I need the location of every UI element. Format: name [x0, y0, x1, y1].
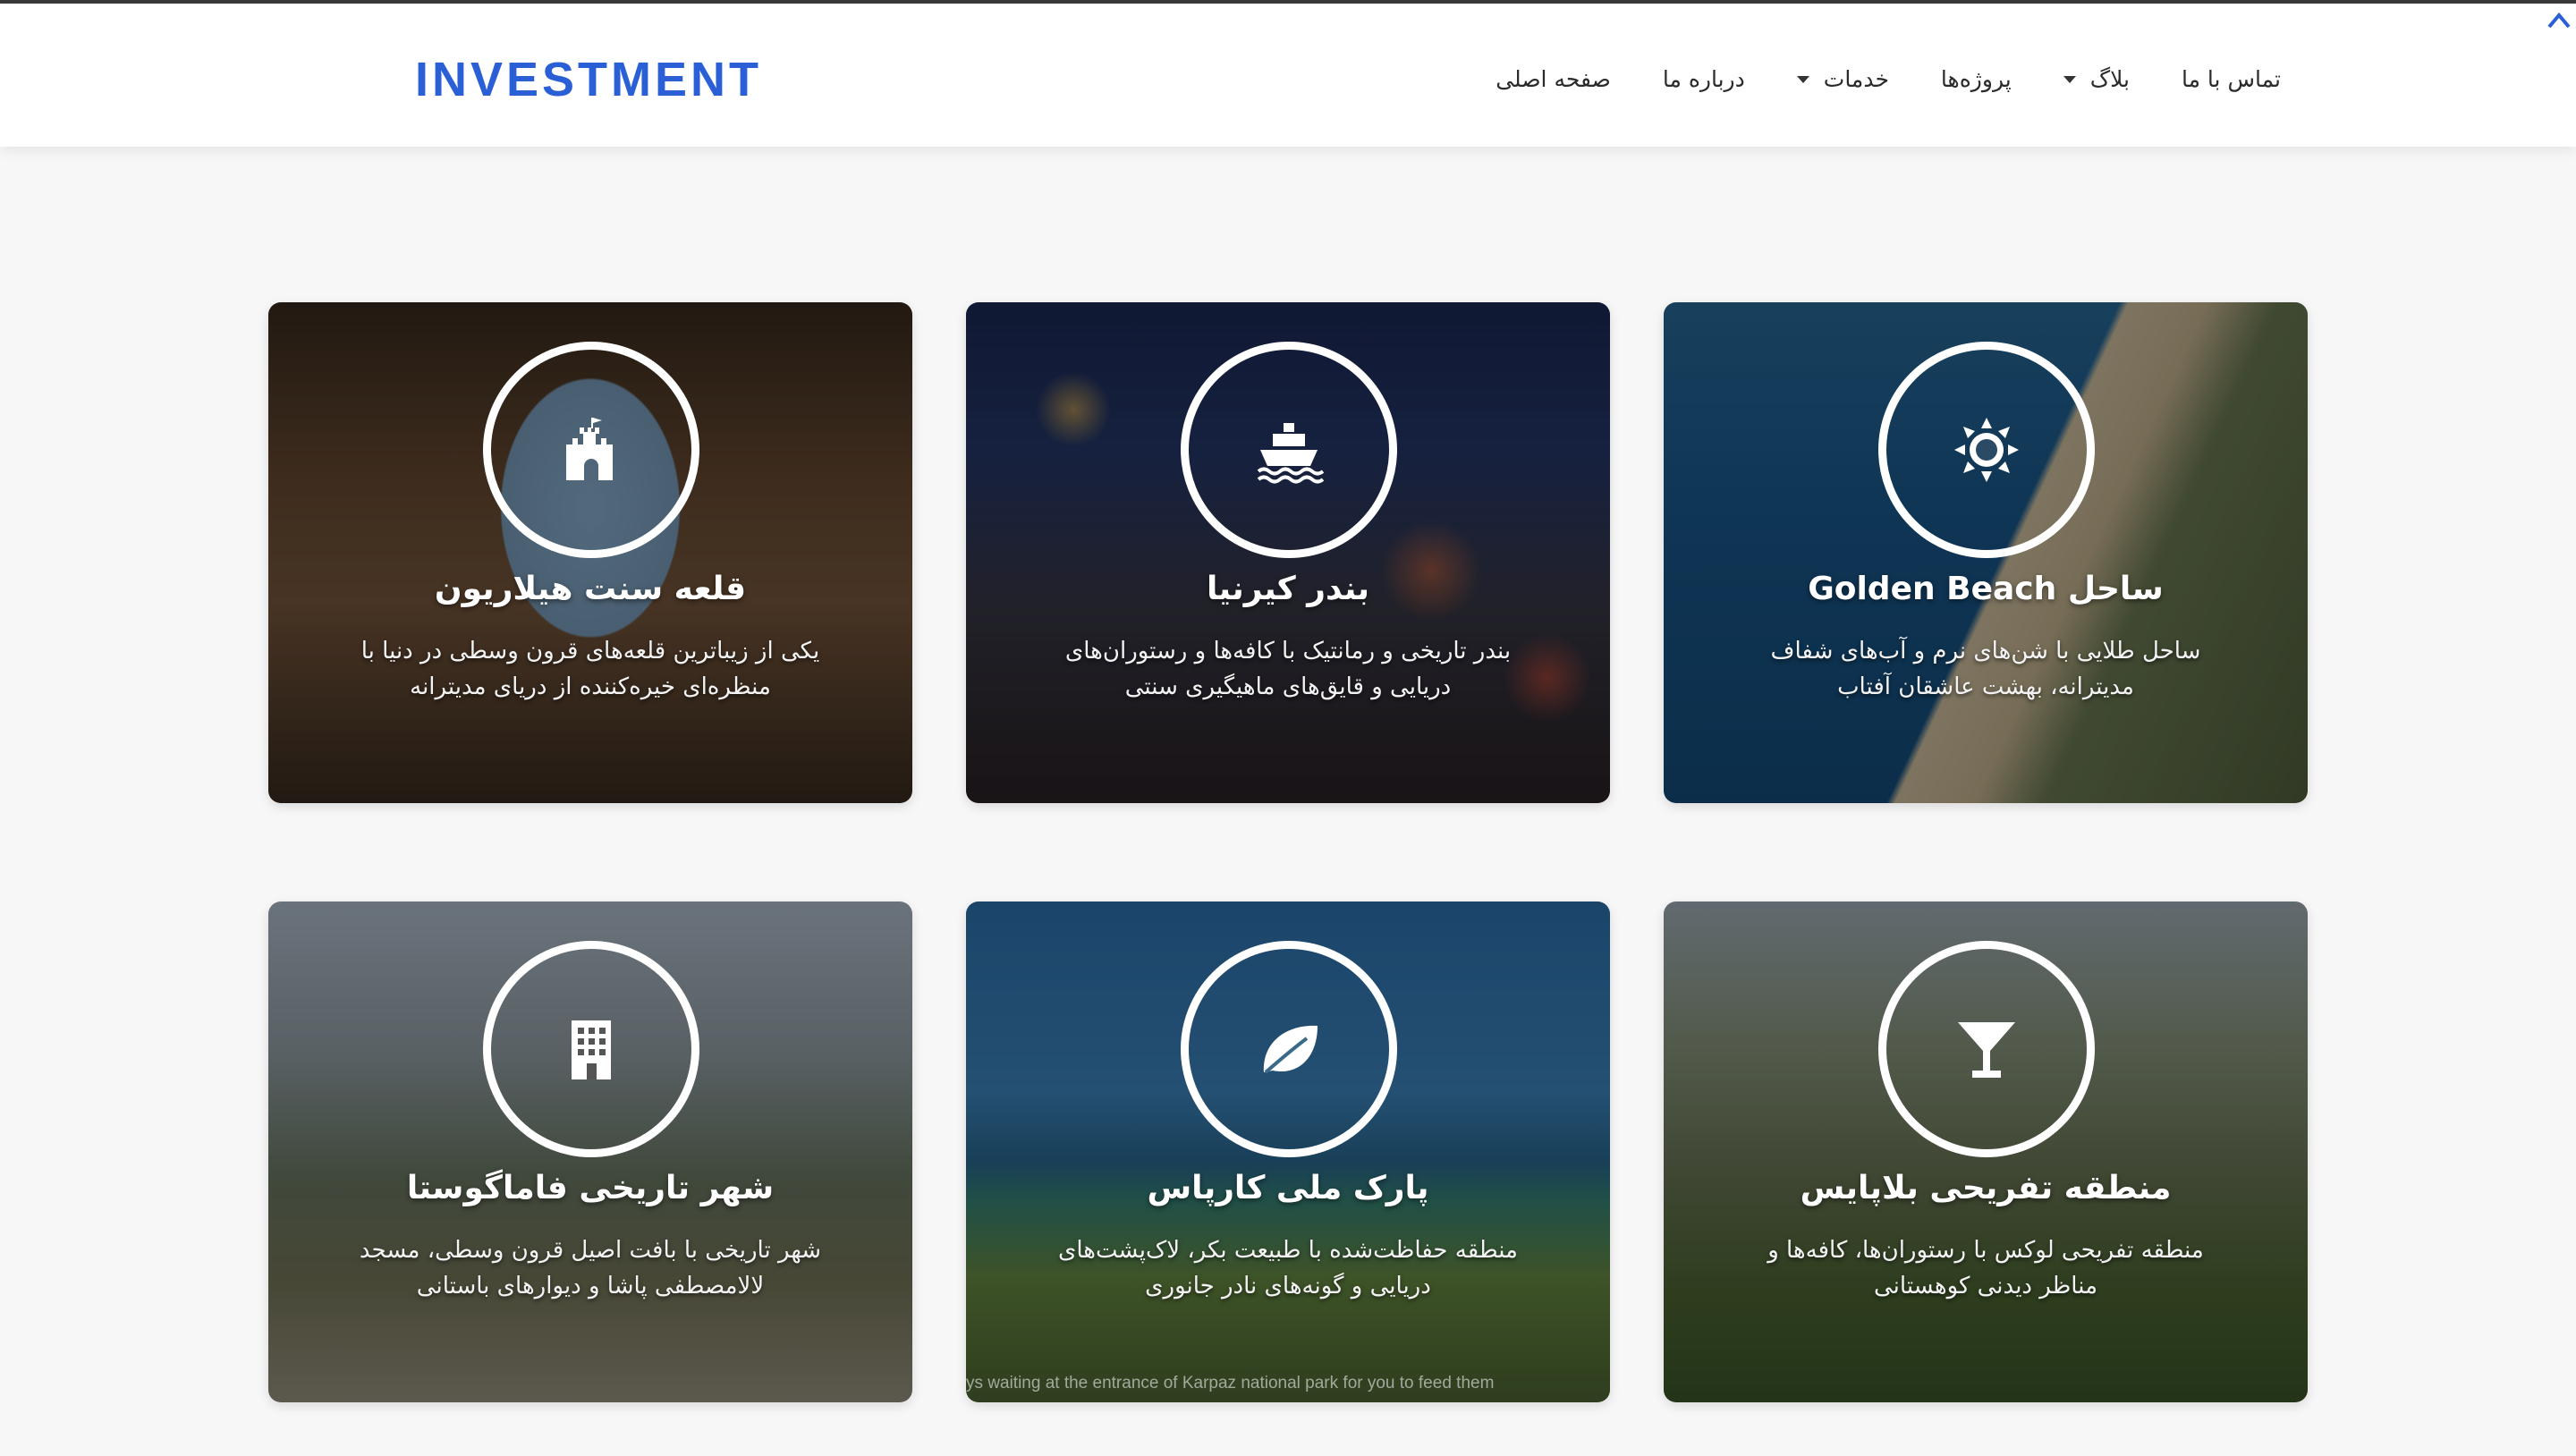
card-description: منطقه حفاظت‌شده با طبیعت بکر، لاک‌پشت‌ها… — [1058, 1237, 1518, 1299]
cocktail-icon — [1878, 941, 2095, 1157]
card-golden-beach[interactable]: ساحل Golden Beach ساحل طلایی با شن‌های ن… — [1664, 302, 2308, 803]
card-title: بندر کیرنیا — [1206, 571, 1370, 607]
card-title: ساحل Golden Beach — [1808, 571, 2164, 607]
nav-services[interactable]: خدمات — [1796, 66, 1889, 92]
building-icon — [483, 941, 699, 1157]
main-nav: صفحه اصلی درباره ما خدمات پروژه‌ها بلاگ … — [1496, 66, 2281, 92]
image-caption: ys waiting at the entrance of Karpaz nat… — [966, 1374, 1495, 1393]
card-description: منطقه تفریحی لوکس با رستوران‌ها، کافه‌ها… — [1767, 1237, 2204, 1299]
sun-icon — [1878, 342, 2095, 558]
card-description: بندر تاریخی و رمانتیک با کافه‌ها و رستور… — [1064, 638, 1512, 700]
nav-about[interactable]: درباره ما — [1663, 66, 1745, 92]
site-header: INVESTMENT صفحه اصلی درباره ما خدمات پرو… — [0, 4, 2576, 147]
card-title: قلعه سنت هیلاریون — [434, 571, 747, 607]
card-description: ساحل طلایی با شن‌های نرم و آب‌های شفاف م… — [1770, 638, 2201, 700]
nav-contact[interactable]: تماس با ما — [2182, 66, 2281, 92]
card-st-hilarion[interactable]: قلعه سنت هیلاریون یکی از زیباترین قلعه‌ه… — [268, 302, 912, 803]
chevron-down-icon — [1796, 75, 1809, 83]
card-bellapais[interactable]: منطقه تفریحی بلاپایس منطقه تفریحی لوکس ب… — [1664, 902, 2308, 1402]
card-title: شهر تاریخی فاماگوستا — [406, 1170, 775, 1206]
card-kyrenia-harbor[interactable]: بندر کیرنیا بندر تاریخی و رمانتیک با کاف… — [966, 302, 1610, 803]
card-famagusta[interactable]: شهر تاریخی فاماگوستا شهر تاریخی با بافت … — [268, 902, 912, 1402]
card-description: یکی از زیباترین قلعه‌های قرون وسطی در دن… — [360, 638, 820, 700]
chevron-up-icon[interactable] — [2546, 7, 2572, 32]
card-title: منطقه تفریحی بلاپایس — [1800, 1170, 2172, 1206]
nav-projects[interactable]: پروژه‌ها — [1941, 66, 2012, 92]
nav-home[interactable]: صفحه اصلی — [1496, 66, 1611, 92]
chevron-down-icon — [2063, 75, 2076, 83]
ship-icon — [1181, 342, 1397, 558]
card-description: شهر تاریخی با بافت اصیل قرون وسطی، مسجد … — [359, 1237, 822, 1299]
site-logo[interactable]: INVESTMENT — [415, 52, 762, 107]
card-title: پارک ملی کارپاس — [1147, 1170, 1429, 1206]
card-karpaz-park[interactable]: پارک ملی کارپاس منطقه حفاظت‌شده با طبیعت… — [966, 902, 1610, 1402]
leaf-icon — [1181, 941, 1397, 1157]
nav-blog[interactable]: بلاگ — [2063, 66, 2130, 92]
castle-icon — [483, 342, 699, 558]
